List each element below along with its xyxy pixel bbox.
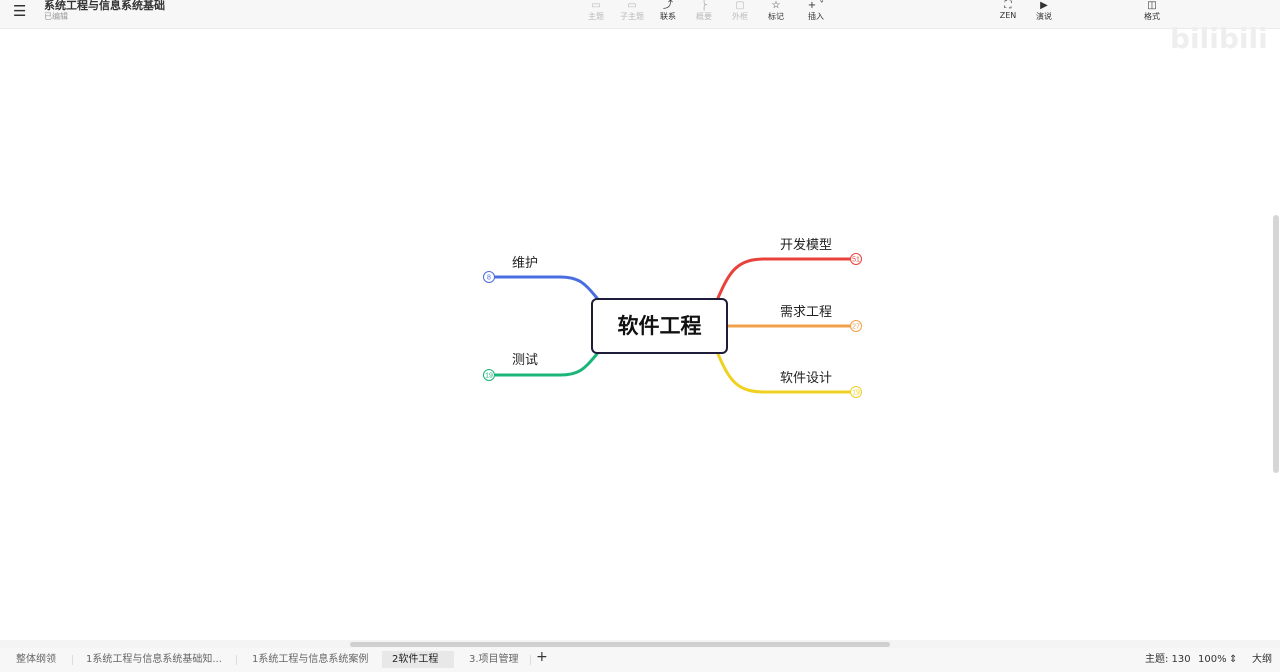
divider <box>72 655 73 665</box>
play-icon: ▶ <box>1040 0 1048 11</box>
relation-icon: ⤴ <box>663 0 673 11</box>
count-badge[interactable]: 27 <box>850 320 862 332</box>
subtopic-button[interactable]: ▭ 子主题 <box>612 0 652 22</box>
count-badge[interactable]: 51 <box>850 253 862 265</box>
topic-design[interactable]: 软件设计 <box>780 367 832 386</box>
sheet-tab[interactable]: 整体纲领 <box>6 651 66 668</box>
top-toolbar: ☰ 系统工程与信息系统基础 已编辑 ▭ 主题 ▭ 子主题 ⤴ 联系 ⎬ 概要 ▢ 外框 ☆… <box>0 0 1280 29</box>
svg-text:19: 19 <box>852 390 860 397</box>
relation-button[interactable]: ⤴ 联系 <box>648 0 688 22</box>
svg-text:8: 8 <box>487 275 491 282</box>
topic-maintenance[interactable]: 维护 <box>512 252 538 271</box>
hamburger-icon[interactable]: ☰ <box>13 2 26 20</box>
central-topic[interactable]: 软件工程 <box>591 298 728 354</box>
add-sheet-button[interactable]: + <box>526 649 558 666</box>
insert-button[interactable]: + ˅ 插入 <box>796 0 836 22</box>
boundary-icon: ▢ <box>735 0 745 11</box>
format-button[interactable]: ◫ 格式 <box>1132 0 1172 22</box>
outline-button[interactable]: 大纲 <box>1242 651 1280 668</box>
topic-icon: ▭ <box>591 0 601 11</box>
summary-icon: ⎬ <box>700 0 708 11</box>
save-status: 已编辑 <box>44 12 68 21</box>
branch-line-testing <box>492 352 599 377</box>
sheet-tab[interactable]: 3.项目管理 <box>459 651 529 668</box>
subtopic-icon: ▭ <box>627 0 637 11</box>
divider <box>236 655 237 665</box>
count-badge[interactable]: 19 <box>483 369 495 381</box>
sheet-tab-active[interactable]: 2软件工程 <box>382 651 454 668</box>
sheet-tabs-bar: 整体纲领 1系统工程与信息系统基础知... 1系统工程与信息系统案例 2软件工程… <box>0 648 1280 672</box>
star-icon: ☆ <box>771 0 781 11</box>
svg-text:51: 51 <box>852 257 860 264</box>
zen-icon: ⛶ <box>1004 0 1012 11</box>
boundary-button[interactable]: ▢ 外框 <box>720 0 760 22</box>
summary-button[interactable]: ⎬ 概要 <box>684 0 724 22</box>
vertical-scrollbar[interactable] <box>1273 215 1279 473</box>
topic-button[interactable]: ▭ 主题 <box>576 0 616 22</box>
count-badge[interactable]: 19 <box>850 386 862 398</box>
horizontal-scrollbar[interactable] <box>350 642 890 647</box>
count-badge[interactable]: 8 <box>483 271 495 283</box>
pitch-button[interactable]: ▶ 演说 <box>1024 0 1064 22</box>
sheet-tab[interactable]: 1系统工程与信息系统案例 <box>242 651 378 668</box>
svg-text:27: 27 <box>852 324 860 331</box>
topic-testing[interactable]: 测试 <box>512 349 538 368</box>
zen-button[interactable]: ⛶ ZEN <box>988 0 1028 20</box>
marker-button[interactable]: ☆ 标记 <box>756 0 796 22</box>
sheet-tab[interactable]: 1系统工程与信息系统基础知... <box>76 651 232 668</box>
topic-requirements[interactable]: 需求工程 <box>780 301 832 320</box>
branch-line-dev-model <box>716 257 853 300</box>
plus-icon: + ˅ <box>807 0 825 11</box>
svg-text:19: 19 <box>485 373 493 380</box>
branch-line-maintenance <box>492 275 599 300</box>
topic-dev-model[interactable]: 开发模型 <box>780 234 832 253</box>
format-icon: ◫ <box>1147 0 1157 11</box>
